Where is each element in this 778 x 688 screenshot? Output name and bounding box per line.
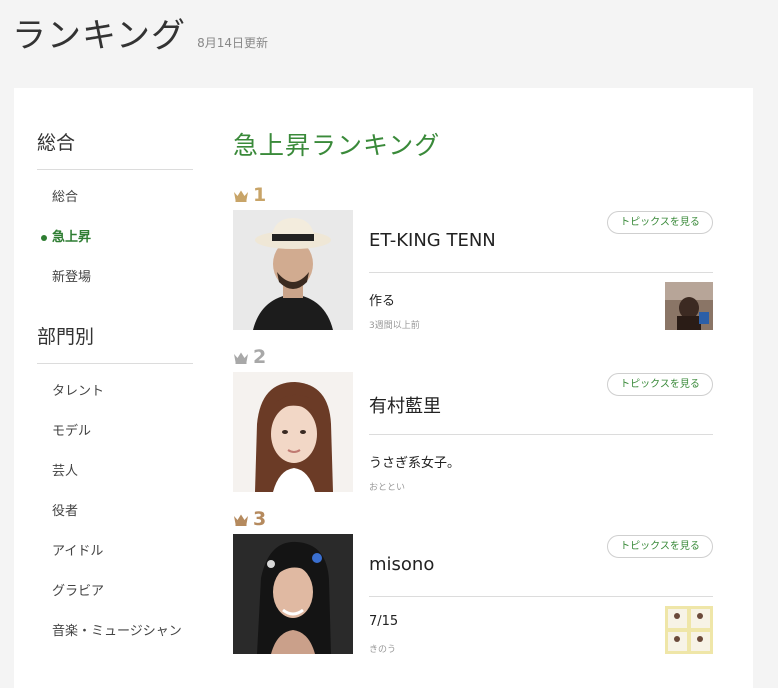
page-header: ランキング 8月14日更新 [12,8,268,58]
topic-time: きのう [369,645,397,655]
view-topics-button[interactable]: トピックスを見る [607,373,713,396]
topic-text[interactable]: うさぎ系女子。 [369,452,460,471]
topic-time: 3週間以上前 [369,321,420,331]
person-name[interactable]: ET-KING TENN [369,230,496,251]
sidebar-item-gravure[interactable]: グラビア [37,572,193,612]
content-card: 総合 総合 急上昇 新登場 部門別 タレント モデル 芸人 役者 アイドル グラ… [14,88,753,688]
sidebar-heading-category: 部門別 [37,322,193,364]
sidebar-item-talent[interactable]: タレント [37,372,193,412]
rank-number: 1 [253,184,267,206]
rank-number: 2 [253,346,267,368]
rank-label: 2 [233,346,266,368]
divider [369,272,713,273]
entry-info: トピックスを見る misono 7/15 きのう [369,534,713,655]
person-photo[interactable] [233,372,353,492]
sidebar-item-music[interactable]: 音楽・ミュージシャン [37,612,193,652]
sidebar-item-idol[interactable]: アイドル [37,532,193,572]
rank-label: 3 [233,508,266,530]
ranking-entry: 2 トピックスを見る 有村藍里 うさぎ系女子。 おととい [233,346,713,508]
topic-thumbnail[interactable] [665,606,713,654]
sidebar: 総合 総合 急上昇 新登場 部門別 タレント モデル 芸人 役者 アイドル グラ… [37,128,193,676]
crown-icon [234,190,248,202]
sidebar-item-new[interactable]: 新登場 [37,258,193,298]
divider [369,596,713,597]
topic-text[interactable]: 7/15 [369,614,398,629]
sidebar-list-overall: 総合 急上昇 新登場 [37,178,193,298]
topic-text[interactable]: 作る [369,290,395,309]
rank-number: 3 [253,508,267,530]
sidebar-item-comedian[interactable]: 芸人 [37,452,193,492]
sidebar-item-model[interactable]: モデル [37,412,193,452]
person-name[interactable]: 有村藍里 [369,392,441,418]
person-photo[interactable] [233,210,353,330]
view-topics-button[interactable]: トピックスを見る [607,535,713,558]
main-content: 急上昇ランキング 1 トピックスを見る ET-KING TENN 作る 3週間以… [233,126,713,670]
sidebar-item-actor[interactable]: 役者 [37,492,193,532]
updated-date: 8月14日更新 [197,36,268,50]
sidebar-item-rising[interactable]: 急上昇 [37,218,193,258]
person-photo[interactable] [233,534,353,654]
page-title: ランキング [12,16,186,56]
crown-icon [234,352,248,364]
rank-label: 1 [233,184,266,206]
divider [369,434,713,435]
sidebar-list-category: タレント モデル 芸人 役者 アイドル グラビア 音楽・ミュージシャン [37,372,193,652]
topic-thumbnail[interactable] [665,282,713,330]
crown-icon [234,514,248,526]
topic-time: おととい [369,483,406,493]
entry-info: トピックスを見る ET-KING TENN 作る 3週間以上前 [369,210,713,331]
ranking-entry: 3 トピックスを見る misono 7/15 きのう [233,508,713,670]
ranking-entry: 1 トピックスを見る ET-KING TENN 作る 3週間以上前 [233,184,713,346]
sidebar-heading-overall: 総合 [37,128,193,170]
entry-info: トピックスを見る 有村藍里 うさぎ系女子。 おととい [369,372,713,493]
section-title: 急上昇ランキング [233,131,441,160]
person-name[interactable]: misono [369,554,434,575]
sidebar-item-overall[interactable]: 総合 [37,178,193,218]
view-topics-button[interactable]: トピックスを見る [607,211,713,234]
